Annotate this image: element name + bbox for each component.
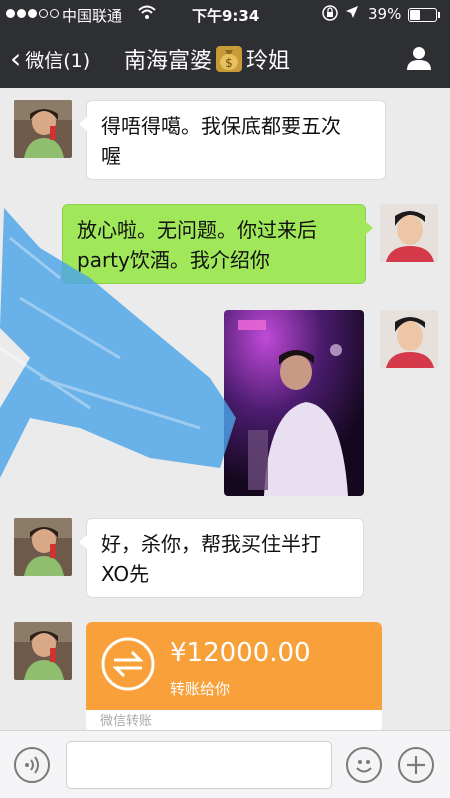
message-input[interactable]	[66, 741, 332, 789]
money-bag-icon: $	[216, 46, 243, 72]
transfer-arrows-icon	[101, 637, 155, 691]
location-arrow-icon	[345, 5, 359, 23]
my-avatar[interactable]	[380, 204, 438, 262]
message-bubble[interactable]: 得唔得噶。我保底都要五次 喔	[79, 100, 386, 180]
message-line: 喔	[101, 144, 121, 168]
contact-avatar[interactable]	[14, 622, 72, 680]
message-line: XO先	[101, 562, 150, 586]
svg-text:$: $	[225, 56, 233, 70]
transfer-amount: ¥12000.00	[170, 638, 311, 668]
message-line: 放心啦。无问题。你过来后	[77, 218, 317, 242]
contact-avatar[interactable]	[14, 518, 72, 576]
signal-strength	[6, 9, 59, 18]
signal-dot	[17, 9, 26, 18]
battery-percent: 39%	[368, 5, 402, 23]
status-bar: 中国联通 下午9:34 39%	[0, 0, 450, 30]
emoji-icon[interactable]	[346, 747, 382, 783]
contact-avatar[interactable]	[14, 100, 72, 158]
input-bar	[0, 730, 450, 798]
chat-photo[interactable]	[224, 310, 364, 496]
signal-dot	[50, 9, 59, 18]
chat-title: 南海富婆 $ 玲姐	[124, 43, 290, 75]
chat-title-right: 玲姐	[246, 49, 291, 74]
battery-level	[410, 10, 420, 20]
chat-title-left: 南海富婆	[124, 49, 213, 74]
back-label: 微信(1)	[25, 49, 91, 72]
wifi-icon	[138, 4, 156, 24]
top-bar: 中国联通 下午9:34 39% ‹ 微信(1) 南海富婆 $ 玲姐	[0, 0, 450, 88]
message-bubble[interactable]: 好，杀你，帮我买住半打 XO先	[79, 518, 364, 598]
chevron-left-icon: ‹	[10, 42, 22, 75]
signal-dot	[6, 9, 15, 18]
carrier-name: 中国联通	[62, 7, 123, 25]
message-line: party饮酒。我介绍你	[77, 248, 270, 272]
nav-bar: ‹ 微信(1) 南海富婆 $ 玲姐	[0, 30, 450, 88]
transfer-card[interactable]: ¥12000.00 转账给你 微信转账	[86, 622, 382, 730]
transfer-footer: 微信转账	[86, 710, 382, 730]
status-time: 下午9:34	[192, 7, 260, 25]
voice-icon[interactable]	[14, 747, 50, 783]
battery-icon	[408, 8, 440, 22]
chat-area[interactable]: 得唔得噶。我保底都要五次 喔 放心啦。无问题。你过来后 party饮酒。我介绍你	[0, 88, 450, 730]
signal-dot	[39, 9, 48, 18]
message-line: 好，杀你，帮我买住半打	[101, 532, 321, 556]
back-button[interactable]: ‹ 微信(1)	[10, 45, 90, 73]
transfer-subtitle: 转账给你	[170, 680, 231, 698]
message-bubble[interactable]: 放心啦。无问题。你过来后 party饮酒。我介绍你	[62, 204, 373, 284]
lock-rotation-icon	[322, 5, 338, 25]
person-icon[interactable]	[406, 45, 432, 71]
plus-icon[interactable]	[398, 747, 434, 783]
signal-dot	[28, 9, 37, 18]
message-line: 得唔得噶。我保底都要五次	[101, 114, 341, 138]
my-avatar[interactable]	[380, 310, 438, 368]
